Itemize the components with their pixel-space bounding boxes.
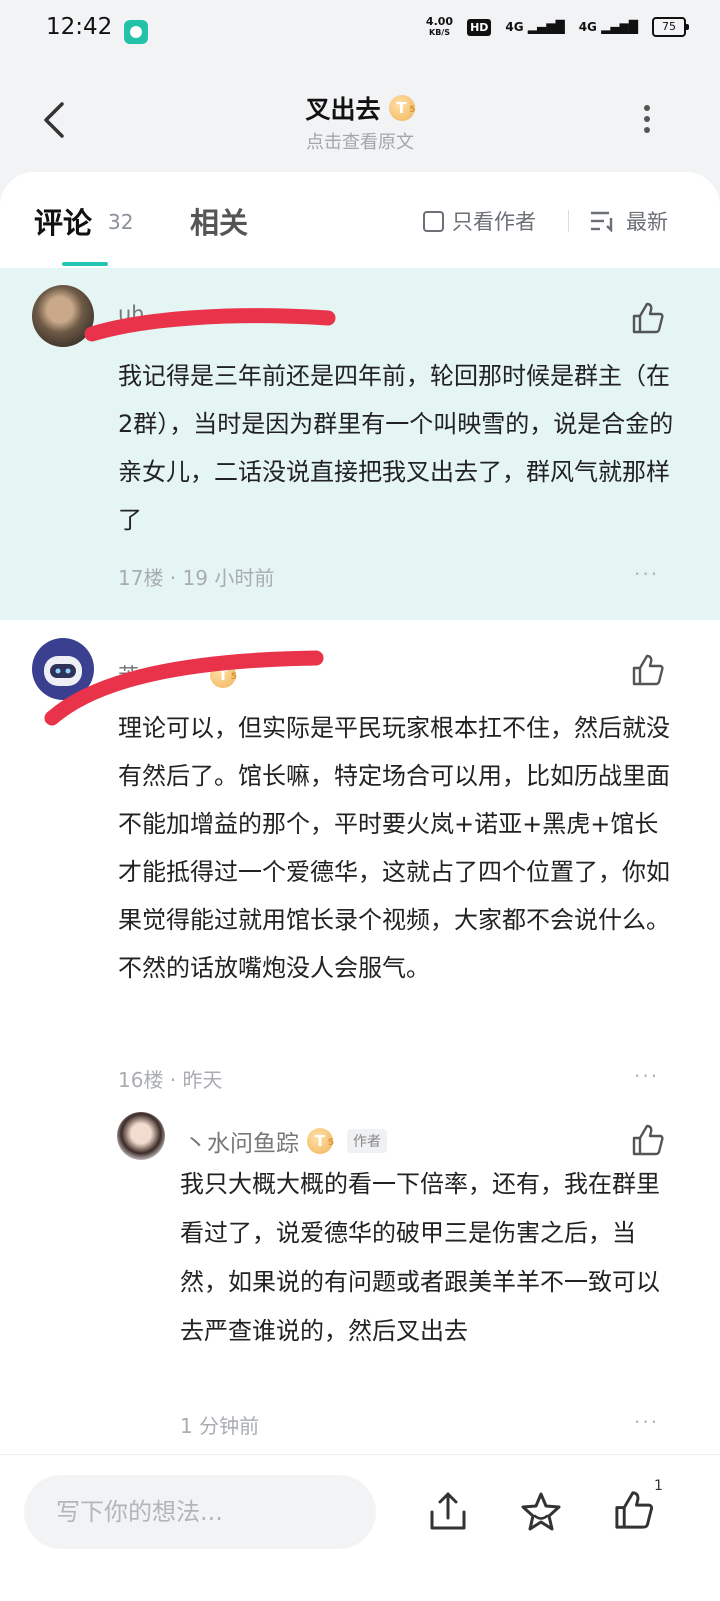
comment-meta: 16楼 · 昨天 <box>118 1068 223 1092</box>
comment-text: 理论可以，但实际是平民玩家根本扛不住，然后就没有然后了。馆长嘛，特定场合可以用，… <box>118 714 670 982</box>
star-favorite-icon[interactable] <box>519 1490 563 1534</box>
tab-active-indicator <box>62 262 108 266</box>
reply-more-icon[interactable]: ··· <box>634 1410 659 1434</box>
share-icon[interactable] <box>426 1490 470 1534</box>
thumbs-up-icon[interactable] <box>630 652 666 688</box>
username-redacted[interactable]: uh <box>118 302 145 326</box>
reply-time: 1 分钟前 <box>180 1414 260 1438</box>
network-speed: 4.00 KB/S <box>425 15 454 37</box>
comment-text: 我记得是三年前还是四年前，轮回那时候是群主（在2群），当时是因为群里有一个叫映雪… <box>118 362 674 534</box>
sort-toggle[interactable]: 最新 <box>590 206 668 236</box>
level-badge-icon: T5 <box>388 95 416 121</box>
comment-more-icon[interactable]: ··· <box>634 562 659 586</box>
avatar[interactable] <box>32 638 94 700</box>
author-only-toggle[interactable]: 只看作者 <box>423 206 536 236</box>
more-vertical-icon[interactable] <box>640 104 654 134</box>
hd-icon: HD <box>467 18 492 36</box>
checkbox-icon[interactable] <box>423 210 444 232</box>
comments-count: 32 <box>108 210 134 234</box>
author-only-label: 只看作者 <box>452 210 536 234</box>
signal-icon: 4G ▂▄▆█ <box>505 20 565 34</box>
status-time: 12:42 <box>46 14 113 40</box>
status-indicators: 4.00 KB/S HD 4G ▂▄▆█ 4G ▂▄▆█ 75 <box>425 15 689 38</box>
sort-icon <box>591 211 613 232</box>
avatar[interactable] <box>32 285 94 347</box>
view-original-link[interactable]: 点击查看原文 <box>0 128 720 154</box>
tab-comments[interactable]: 评论 <box>34 200 92 242</box>
robot-avatar-icon <box>44 656 82 686</box>
signal-icon-2: 4G ▂▄▆█ <box>578 20 638 34</box>
like-count: 1 <box>654 1478 663 1494</box>
battery-icon: 75 <box>652 17 689 37</box>
reply-username[interactable]: 丶水问鱼踪 <box>184 1124 299 1158</box>
like-icon[interactable] <box>612 1488 656 1532</box>
username-redacted[interactable]: 苦 <box>118 660 139 690</box>
reply-header: 丶水问鱼踪 T5 作者 <box>184 1124 387 1158</box>
app-notification-icon <box>124 20 148 44</box>
tab-related[interactable]: 相关 <box>190 200 248 242</box>
page-title: 叉出去 T5 <box>0 90 720 126</box>
author-tag: 作者 <box>347 1129 387 1153</box>
level-badge-icon: T5 <box>307 1128 334 1154</box>
comment-input[interactable] <box>24 1475 376 1549</box>
comment-more-icon[interactable]: ··· <box>634 1064 659 1088</box>
avatar[interactable] <box>117 1112 165 1160</box>
thumbs-up-icon[interactable] <box>630 1122 666 1158</box>
divider <box>568 210 569 232</box>
sort-label: 最新 <box>626 210 668 234</box>
comment-meta: 17楼 · 19 小时前 <box>118 566 275 590</box>
comment-input-field[interactable] <box>24 1475 376 1549</box>
level-badge-icon: T5 <box>210 662 237 688</box>
reply-text: 我只大概大概的看一下倍率，还有，我在群里看过了，说爱德华的破甲三是伤害之后，当然… <box>180 1170 660 1345</box>
title-text: 叉出去 <box>305 95 381 124</box>
thumbs-up-icon[interactable] <box>630 300 666 336</box>
